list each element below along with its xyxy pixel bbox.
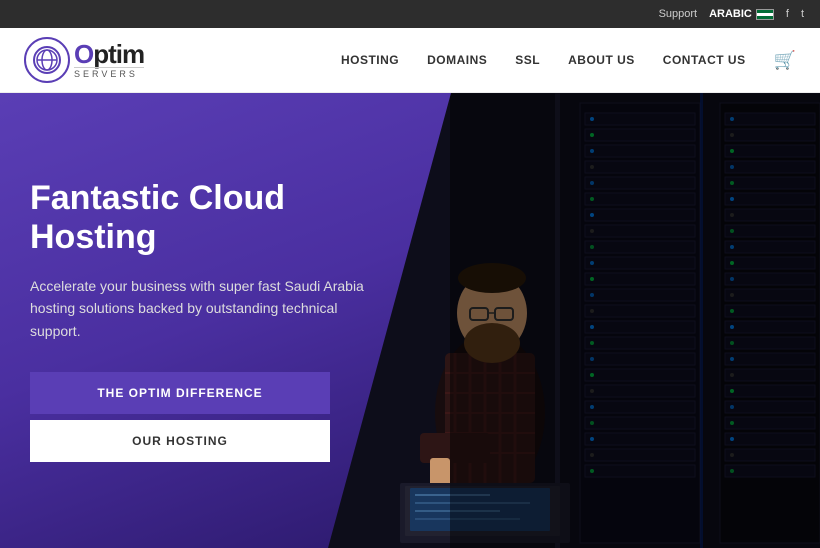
- nav-about[interactable]: ABOUT US: [568, 53, 635, 67]
- nav-ssl[interactable]: SSL: [515, 53, 540, 67]
- hero-title: Fantastic Cloud Hosting: [30, 179, 390, 257]
- logo-o: O: [74, 39, 93, 69]
- header: Optim SERVERS HOSTING DOMAINS SSL ABOUT …: [0, 28, 820, 93]
- logo-servers: SERVERS: [74, 67, 144, 79]
- logo-circle: [24, 37, 70, 83]
- arabic-label: ARABIC: [709, 8, 752, 20]
- our-hosting-button[interactable]: OUR HOSTING: [30, 420, 330, 462]
- flag-icon: [756, 9, 774, 20]
- support-link[interactable]: Support: [659, 8, 698, 20]
- nav-hosting[interactable]: HOSTING: [341, 53, 399, 67]
- facebook-icon[interactable]: f: [786, 8, 789, 20]
- hero-content: Fantastic Cloud Hosting Accelerate your …: [0, 93, 420, 548]
- logo-name: Optim: [74, 41, 144, 67]
- cart-icon[interactable]: 🛒: [774, 50, 796, 71]
- hero-section: Fantastic Cloud Hosting Accelerate your …: [0, 93, 820, 548]
- logo-text: Optim SERVERS: [74, 41, 144, 79]
- hero-buttons: THE OPTIM DIFFERENCE OUR HOSTING: [30, 372, 330, 462]
- nav-domains[interactable]: DOMAINS: [427, 53, 487, 67]
- twitter-icon[interactable]: t: [801, 8, 804, 20]
- arabic-link[interactable]: ARABIC: [709, 8, 774, 20]
- top-bar: Support ARABIC f t: [0, 0, 820, 28]
- hero-subtitle: Accelerate your business with super fast…: [30, 275, 370, 342]
- logo[interactable]: Optim SERVERS: [24, 37, 144, 83]
- logo-globe-icon: [35, 48, 59, 72]
- logo-circle-inner: [33, 46, 61, 74]
- optim-difference-button[interactable]: THE OPTIM DIFFERENCE: [30, 372, 330, 414]
- nav-contact[interactable]: CONTACT US: [663, 53, 746, 67]
- nav: HOSTING DOMAINS SSL ABOUT US CONTACT US …: [341, 50, 796, 71]
